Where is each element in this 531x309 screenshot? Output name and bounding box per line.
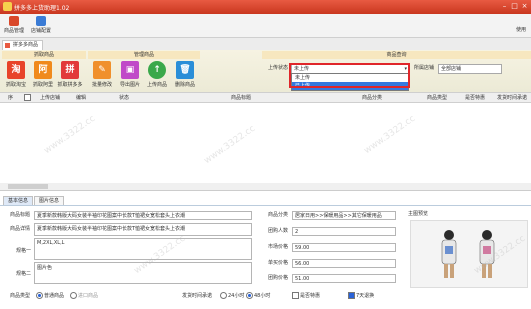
tab-icon bbox=[5, 43, 10, 48]
col-header-select[interactable] bbox=[24, 94, 32, 102]
tab-pdd-products[interactable]: 拼多多商品 bbox=[2, 40, 44, 50]
menu-bar: 商品管理 店铺配置 使用 bbox=[0, 14, 531, 38]
batch-edit-label: 批量修改 bbox=[91, 82, 112, 88]
title-label: 商品标题 bbox=[10, 212, 31, 218]
group-size-label: 团购人数 bbox=[268, 228, 289, 234]
ribbon-toolbar: 抓取商品 管理商品 商品查询 淘 抓取淘宝 阿 抓取阿里 拼 抓取拼多多 ✎ 批… bbox=[0, 50, 531, 93]
upload-status-label: 上传状态 bbox=[268, 65, 289, 71]
main-image-label: 主图预览 bbox=[408, 211, 429, 217]
group-title-manage: 管理商品 bbox=[88, 51, 200, 59]
window-title: 拼多多上货助理1.02 bbox=[14, 5, 70, 12]
type-normal-label: 普通商品 bbox=[44, 293, 65, 299]
menu-right-label[interactable]: 使用 bbox=[516, 26, 526, 34]
col-header-special: 是否特惠 bbox=[465, 95, 486, 101]
pinduoduo-icon: 拼 bbox=[61, 61, 79, 79]
main-image-preview bbox=[410, 220, 528, 288]
grab-pdd-label: 抓取拼多多 bbox=[57, 82, 83, 88]
highlight-annotation bbox=[289, 63, 410, 88]
shop-config-icon bbox=[36, 16, 46, 26]
grab-taobao-button[interactable]: 淘 抓取淘宝 bbox=[3, 61, 29, 88]
type-label: 商品类型 bbox=[10, 293, 31, 299]
horizontal-scrollbar[interactable] bbox=[0, 183, 531, 191]
spec1-label: 规格一 bbox=[16, 248, 32, 254]
image-export-icon: ▣ bbox=[121, 61, 139, 79]
cart-icon bbox=[9, 16, 19, 26]
col-header-index: 序 bbox=[8, 95, 14, 101]
menu-shop-config[interactable]: 店铺配置 bbox=[28, 16, 54, 34]
upload-product-label: 上传商品 bbox=[146, 82, 167, 88]
type-import-radio[interactable]: 进口商品 bbox=[70, 292, 98, 300]
group-size-input[interactable]: 2 bbox=[292, 227, 396, 236]
special-checkbox[interactable]: 是否特惠 bbox=[292, 292, 320, 300]
grab-taobao-label: 抓取淘宝 bbox=[5, 82, 26, 88]
product-grid[interactable] bbox=[0, 103, 531, 184]
delete-product-button[interactable]: 🗑 删除商品 bbox=[172, 61, 198, 88]
col-header-ship: 发货时间承诺 bbox=[497, 95, 528, 101]
window-titlebar: 拼多多上货助理1.02 – □ × bbox=[0, 0, 531, 14]
return-label: 7天退换 bbox=[356, 293, 375, 299]
col-header-title: 商品标题 bbox=[231, 95, 252, 101]
batch-edit-button[interactable]: ✎ 批量修改 bbox=[89, 61, 115, 88]
menu-shop-config-label: 店铺配置 bbox=[30, 28, 51, 34]
spec2-label: 规格二 bbox=[16, 271, 32, 277]
tab-image-info[interactable]: 图片信息 bbox=[34, 196, 65, 205]
single-price-input[interactable]: 56.00 bbox=[292, 259, 396, 268]
export-images-label: 导出图片 bbox=[119, 82, 140, 88]
menu-product-manage-label: 商品管理 bbox=[3, 28, 24, 34]
grab-pdd-button[interactable]: 拼 抓取拼多多 bbox=[57, 61, 83, 88]
spec1-textarea[interactable]: M,2XL,XL,L bbox=[34, 238, 252, 260]
export-images-button[interactable]: ▣ 导出图片 bbox=[117, 61, 143, 88]
group-price-label: 团购价格 bbox=[268, 275, 289, 281]
category-input[interactable]: 居家日用>>保暖用品>>其它保暖用品 bbox=[292, 211, 396, 220]
ship-time-label: 发货时间承诺 bbox=[182, 293, 213, 299]
close-icon[interactable]: × bbox=[520, 2, 529, 11]
grab-alibaba-button[interactable]: 阿 抓取阿里 bbox=[30, 61, 56, 88]
group-price-input[interactable]: 51.00 bbox=[292, 274, 396, 283]
col-header-category: 商品分类 bbox=[362, 95, 383, 101]
col-header-status: 状态 bbox=[119, 95, 130, 101]
scrollbar-thumb[interactable] bbox=[8, 184, 48, 189]
trash-icon: 🗑 bbox=[176, 61, 194, 79]
market-price-label: 市场价格 bbox=[268, 244, 289, 250]
ship-24h-label: 24小时 bbox=[228, 293, 245, 299]
single-price-label: 单买价格 bbox=[268, 260, 289, 266]
col-header-type: 商品类型 bbox=[427, 95, 448, 101]
grid-header: 序 上传店铺 编辑 状态 商品标题 商品分类 商品类型 是否特惠 发货时间承诺 bbox=[0, 93, 531, 103]
special-label: 是否特惠 bbox=[300, 293, 321, 299]
taobao-icon: 淘 bbox=[7, 61, 25, 79]
col-header-shop: 上传店铺 bbox=[40, 95, 61, 101]
shop-label: 所属店铺 bbox=[414, 65, 435, 71]
tab-label: 拼多多商品 bbox=[13, 42, 39, 48]
upload-icon: ↑ bbox=[148, 61, 166, 79]
shop-value: 全部店铺 bbox=[441, 66, 462, 72]
col-header-edit: 编辑 bbox=[76, 95, 87, 101]
type-import-label: 进口商品 bbox=[78, 293, 99, 299]
ship-48h-label: 48小时 bbox=[254, 293, 271, 299]
menu-product-manage[interactable]: 商品管理 bbox=[1, 16, 27, 34]
type-normal-radio[interactable]: 普通商品 bbox=[36, 292, 64, 300]
group-title-query: 商品查询 bbox=[262, 51, 531, 59]
minimize-icon[interactable]: – bbox=[500, 2, 509, 11]
detail-textarea[interactable]: 夏季新款韩版大码女装半袖印花图案中长款T恤裙女宽松套头上衣潮 bbox=[34, 223, 252, 236]
delete-product-label: 删除商品 bbox=[174, 82, 195, 88]
pencil-icon: ✎ bbox=[93, 61, 111, 79]
group-title-grab: 抓取商品 bbox=[2, 51, 86, 59]
return-checkbox[interactable]: 7天退换 bbox=[348, 292, 374, 300]
shop-select[interactable]: 全部店铺 bbox=[438, 64, 502, 74]
upload-product-button[interactable]: ↑ 上传商品 bbox=[144, 61, 170, 88]
detail-label: 商品详情 bbox=[10, 226, 31, 232]
maximize-icon[interactable]: □ bbox=[510, 2, 519, 11]
ship-24h-radio[interactable]: 24小时 bbox=[220, 292, 244, 300]
app-logo-icon bbox=[3, 2, 12, 11]
ship-48h-radio[interactable]: 48小时 bbox=[246, 292, 270, 300]
tab-basic-info[interactable]: 基本信息 bbox=[3, 196, 34, 205]
alibaba-icon: 阿 bbox=[34, 61, 52, 79]
detail-tab-strip: 基本信息 图片信息 bbox=[0, 196, 531, 206]
title-input[interactable]: 夏季新款韩版大码女装半袖印花图案中长款T恤裙女宽松套头上衣潮 bbox=[34, 211, 252, 220]
category-label: 商品分类 bbox=[268, 212, 289, 218]
grab-alibaba-label: 抓取阿里 bbox=[32, 82, 53, 88]
market-price-input[interactable]: 59.00 bbox=[292, 243, 396, 252]
